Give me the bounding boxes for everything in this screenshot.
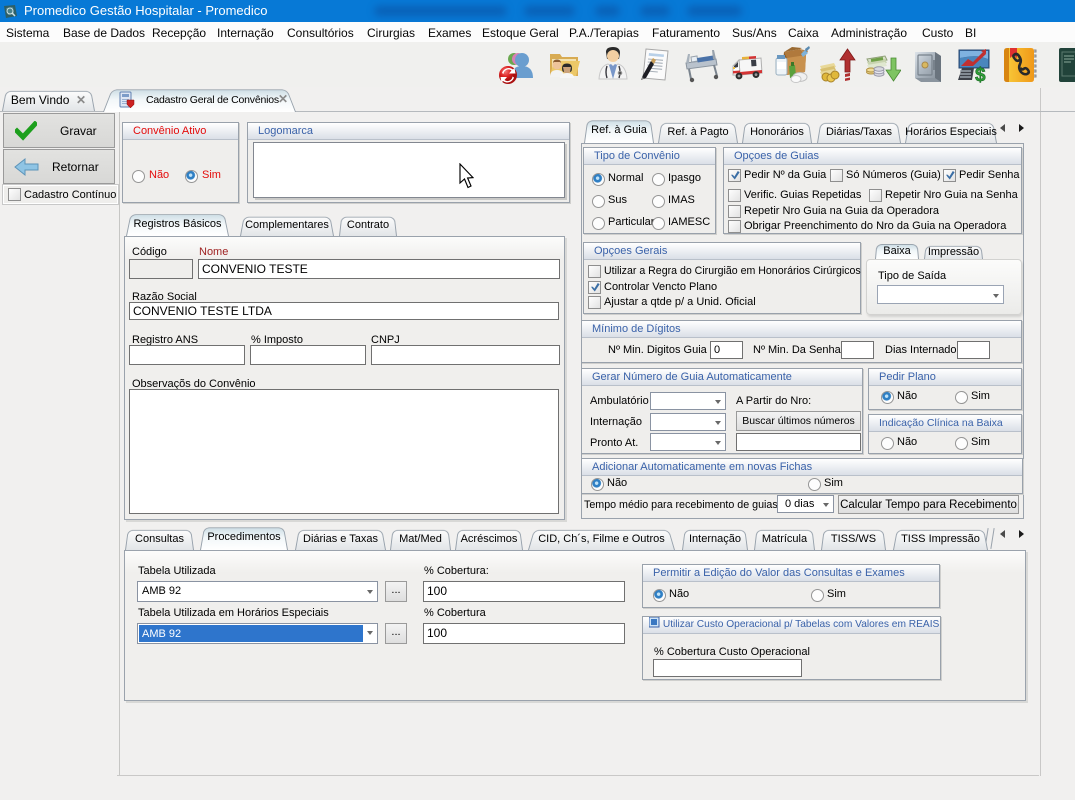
svg-text:$: $ <box>975 65 986 84</box>
